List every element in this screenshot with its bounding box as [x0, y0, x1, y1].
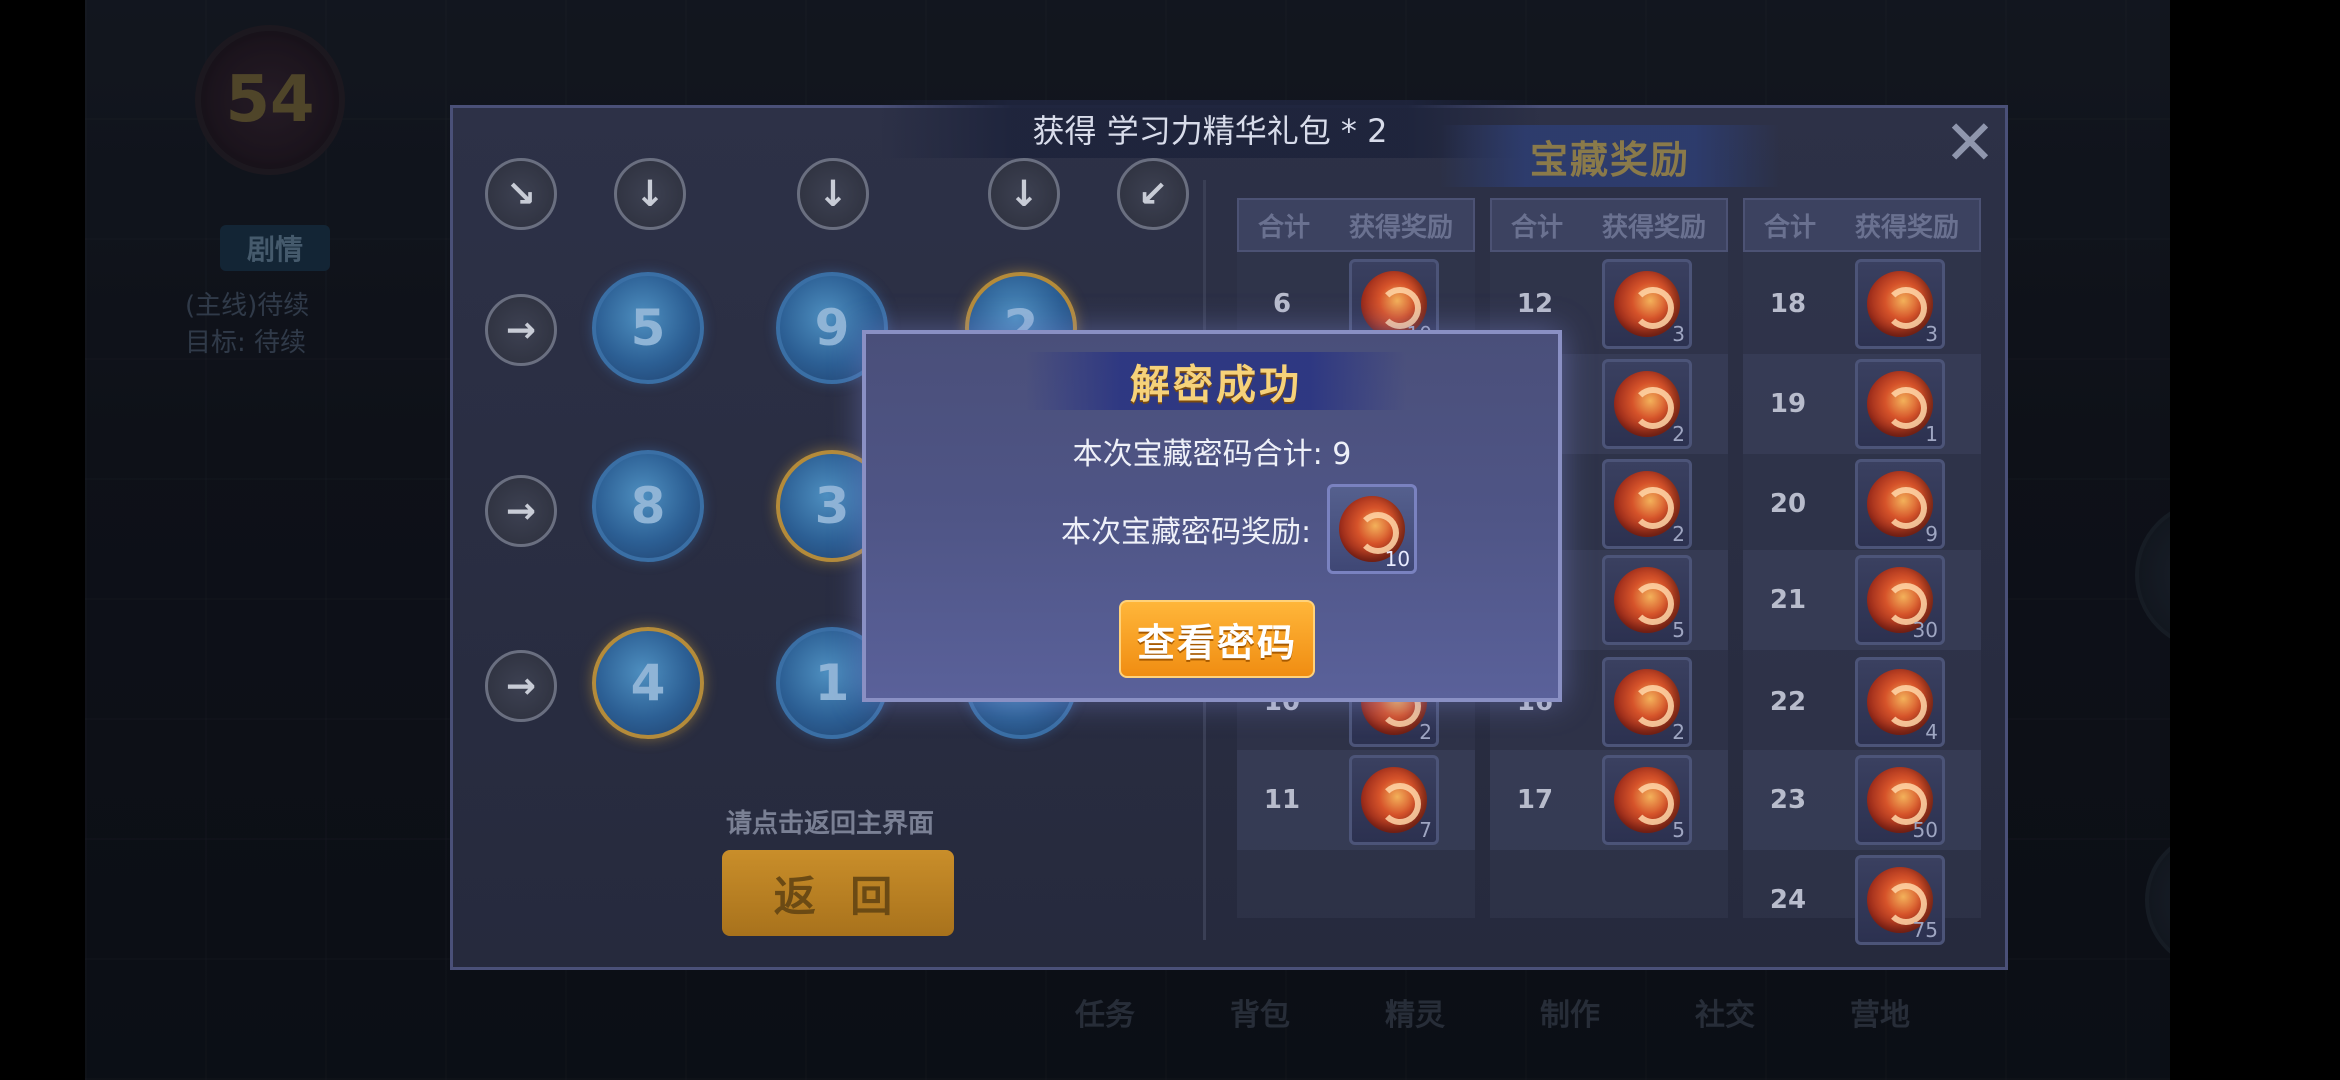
- arrow-diag-down-left-button[interactable]: ↙: [1117, 158, 1189, 230]
- item-count: 4: [1925, 720, 1938, 744]
- reward-total: 11: [1263, 785, 1301, 815]
- password-reward-row: 本次宝藏密码奖励: 10: [1061, 484, 1418, 574]
- header-total: 合计: [1763, 212, 1816, 243]
- essence-swirl-icon: [1614, 271, 1680, 337]
- item-count: 50: [1912, 818, 1938, 842]
- reward-item[interactable]: 1: [1855, 359, 1945, 449]
- reward-item[interactable]: 2: [1602, 459, 1692, 549]
- reward-total: 23: [1769, 785, 1807, 815]
- item-count: 3: [1672, 322, 1685, 346]
- reward-total: 20: [1769, 489, 1807, 519]
- reward-row: 23 50: [1743, 750, 1981, 850]
- reward-total: 6: [1272, 289, 1292, 319]
- reward-item[interactable]: 5: [1602, 555, 1692, 645]
- arrow-down-col3-button[interactable]: ↓: [988, 158, 1060, 230]
- reward-total: 18: [1769, 289, 1807, 319]
- reward-table-header: 合计 获得奖励: [1743, 198, 1981, 252]
- item-count: 3: [1925, 322, 1938, 346]
- arrow-right-row2-button[interactable]: →: [485, 475, 557, 547]
- treasure-reward-title: 宝藏奖励: [1440, 125, 1780, 187]
- reward-item[interactable]: 9: [1855, 459, 1945, 549]
- view-password-button[interactable]: 查看密码: [1119, 600, 1315, 678]
- essence-swirl-icon: [1867, 271, 1933, 337]
- header-reward: 获得奖励: [1854, 212, 1959, 243]
- reward-row: 24 75: [1743, 850, 1981, 950]
- reward-total: 19: [1769, 389, 1807, 419]
- header-total: 合计: [1257, 212, 1310, 243]
- reward-column-3: 合计 获得奖励 18 3 19 1 20 9 21 30 22 4 23 50 24 75: [1743, 198, 1981, 945]
- arrow-down-col2-button[interactable]: ↓: [797, 158, 869, 230]
- reward-total: 22: [1769, 687, 1807, 717]
- reward-item[interactable]: 30: [1855, 555, 1945, 645]
- decrypt-success-dialog: 解密成功 本次宝藏密码合计: 9 本次宝藏密码奖励: 10 查看密码: [862, 330, 1562, 702]
- item-count: 75: [1912, 918, 1938, 942]
- dialog-title: 解密成功: [1026, 352, 1406, 410]
- essence-swirl-icon: [1614, 567, 1680, 633]
- reward-total: 21: [1769, 585, 1807, 615]
- item-count: 9: [1925, 522, 1938, 546]
- essence-swirl-icon: [1614, 371, 1680, 437]
- arrow-diag-down-right-button[interactable]: ↘: [485, 158, 557, 230]
- close-icon[interactable]: ✕: [1940, 112, 2000, 174]
- item-count: 5: [1672, 618, 1685, 642]
- reward-total: 17: [1516, 785, 1554, 815]
- header-reward: 获得奖励: [1601, 212, 1706, 243]
- reward-item[interactable]: 50: [1855, 755, 1945, 845]
- reward-item[interactable]: 10: [1327, 484, 1418, 574]
- essence-swirl-icon: [1867, 669, 1933, 735]
- reward-row: 21 30: [1743, 550, 1981, 650]
- header-reward: 获得奖励: [1348, 212, 1453, 243]
- item-count: 2: [1672, 720, 1685, 744]
- essence-swirl-icon: [1361, 767, 1427, 833]
- item-count: 7: [1419, 818, 1432, 842]
- header-total: 合计: [1510, 212, 1563, 243]
- number-ball[interactable]: 5: [592, 272, 704, 384]
- reward-item[interactable]: 4: [1855, 657, 1945, 747]
- arrow-down-col1-button[interactable]: ↓: [614, 158, 686, 230]
- arrow-right-row3-button[interactable]: →: [485, 650, 557, 722]
- reward-label: 本次宝藏密码奖励:: [1061, 515, 1312, 550]
- reward-total: 12: [1516, 289, 1554, 319]
- number-ball[interactable]: 4: [592, 627, 704, 739]
- reward-item[interactable]: 3: [1602, 259, 1692, 349]
- reward-item[interactable]: 5: [1602, 755, 1692, 845]
- reward-total: 24: [1769, 885, 1807, 915]
- reward-item[interactable]: 3: [1855, 259, 1945, 349]
- reward-item[interactable]: 75: [1855, 855, 1945, 945]
- item-count: 30: [1912, 618, 1938, 642]
- reward-item[interactable]: 2: [1602, 359, 1692, 449]
- essence-swirl-icon: [1867, 471, 1933, 537]
- number-ball[interactable]: 8: [592, 450, 704, 562]
- item-count: 2: [1419, 720, 1432, 744]
- item-count: 1: [1925, 422, 1938, 446]
- item-count: 5: [1672, 818, 1685, 842]
- reward-row: 19 1: [1743, 354, 1981, 454]
- reward-table-header: 合计 获得奖励: [1237, 198, 1475, 252]
- return-hint: 请点击返回主界面: [725, 809, 934, 839]
- essence-swirl-icon: [1614, 471, 1680, 537]
- item-count: 2: [1672, 522, 1685, 546]
- essence-swirl-icon: [1614, 669, 1680, 735]
- reward-row: 20 9: [1743, 454, 1981, 554]
- reward-item[interactable]: 7: [1349, 755, 1439, 845]
- item-count: 10: [1384, 547, 1411, 571]
- essence-swirl-icon: [1614, 767, 1680, 833]
- reward-table-header: 合计 获得奖励: [1490, 198, 1728, 252]
- reward-item[interactable]: 2: [1602, 657, 1692, 747]
- reward-row: 17 5: [1490, 750, 1728, 850]
- reward-row: 18 3: [1743, 254, 1981, 354]
- item-count: 2: [1672, 422, 1685, 446]
- reward-row: 22 4: [1743, 652, 1981, 752]
- return-button[interactable]: 返 回: [722, 850, 954, 936]
- arrow-right-row1-button[interactable]: →: [485, 294, 557, 366]
- password-sum-text: 本次宝藏密码合计: 9: [1072, 437, 1352, 472]
- essence-swirl-icon: [1867, 371, 1933, 437]
- reward-row: 11 7: [1237, 750, 1475, 850]
